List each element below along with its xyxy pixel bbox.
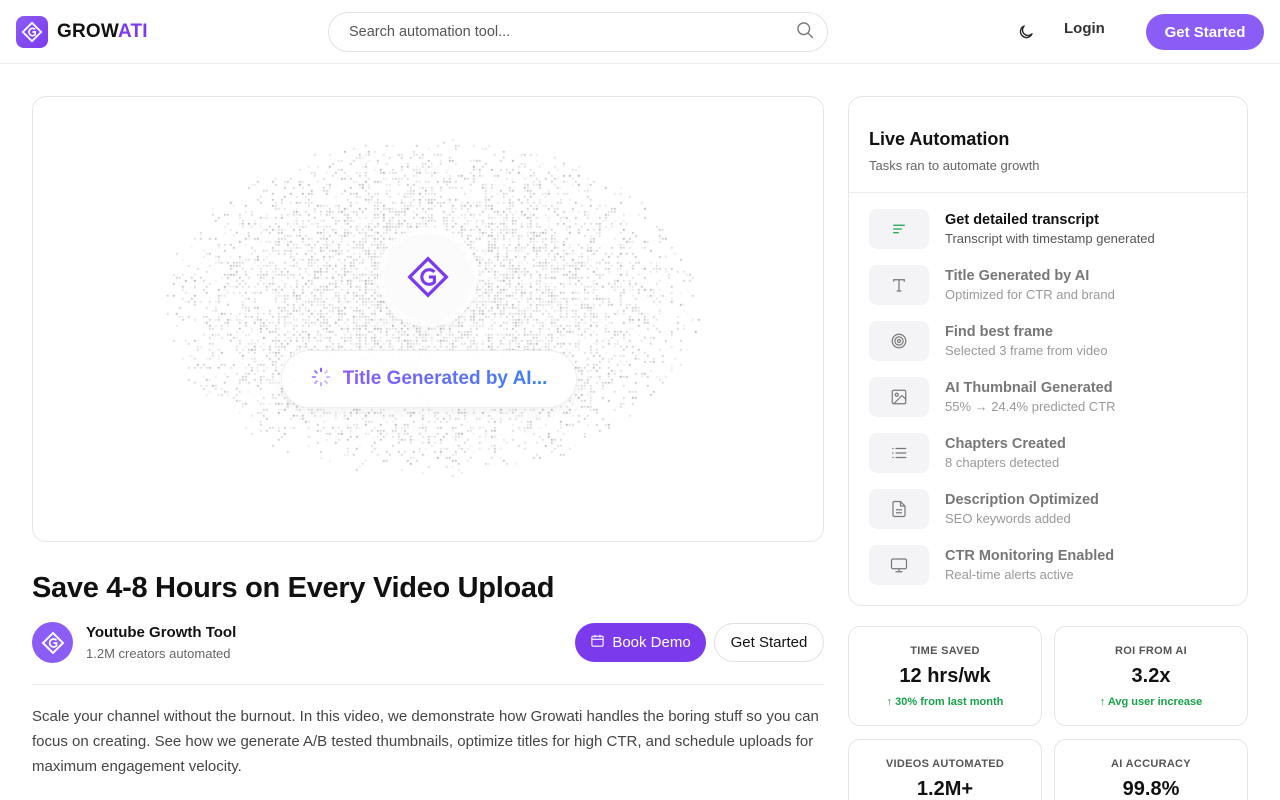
live-automation-panel: Live Automation Tasks ran to automate gr… <box>848 96 1248 606</box>
search-bar <box>328 12 828 52</box>
book-demo-label: Book Demo <box>612 634 691 651</box>
spinner-icon <box>311 367 331 392</box>
stat-label: TIME SAVED <box>910 645 980 657</box>
transcript-icon <box>869 209 929 249</box>
panel-subtitle: Tasks ran to automate growth <box>869 158 1040 173</box>
stat-value: 12 hrs/wk <box>899 665 991 687</box>
stat-label: ROI FROM AI <box>1115 645 1187 657</box>
stat-change: ↑ Avg user increase <box>1099 696 1203 708</box>
get-started-secondary-button[interactable]: Get Started <box>714 623 824 662</box>
task-item[interactable]: Description Optimized SEO keywords added <box>869 489 1229 529</box>
avatar[interactable] <box>32 622 73 663</box>
stat-label: VIDEOS AUTOMATED <box>885 758 1005 770</box>
channel-name[interactable]: Youtube Growth Tool <box>86 624 236 641</box>
stat-card-time-saved: TIME SAVED 12 hrs/wk ↑ 30% from last mon… <box>848 626 1042 726</box>
task-subtitle: Optimized for CTR and brand <box>945 287 1115 302</box>
task-item[interactable]: Title Generated by AI Optimized for CTR … <box>869 265 1229 305</box>
status-text: Title Generated by AI... <box>342 368 548 389</box>
task-subtitle: SEO keywords added <box>945 511 1071 526</box>
task-item[interactable]: Chapters Created 8 chapters detected <box>869 433 1229 473</box>
stat-card-roi: ROI FROM AI 3.2x ↑ Avg user increase <box>1054 626 1248 726</box>
channel-subtext: 1.2M creators automated <box>86 646 231 661</box>
task-item[interactable]: Find best frame Selected 3 frame from vi… <box>869 321 1229 361</box>
task-title: Get detailed transcript <box>945 212 1099 228</box>
get-started-button[interactable]: Get Started <box>1146 14 1264 50</box>
task-subtitle: 55% → 24.4% predicted CTR <box>945 399 1116 414</box>
task-title: CTR Monitoring Enabled <box>945 548 1115 564</box>
channel-info: Youtube Growth Tool 1.2M creators automa… <box>32 622 236 663</box>
text-icon <box>869 265 929 305</box>
task-item[interactable]: AI Thumbnail Generated 55% → 24.4% predi… <box>869 377 1229 417</box>
stat-change: ↑ 30% from last month <box>886 696 1004 708</box>
calendar-icon <box>590 633 605 652</box>
hero-logo-icon <box>384 233 472 321</box>
video-description: Scale your channel without the burnout. … <box>32 708 819 775</box>
hero-visual: Title Generated by AI... <box>32 96 824 542</box>
panel-title: Live Automation <box>869 129 1010 149</box>
brand-logo[interactable]: GROWATI <box>16 16 148 48</box>
divider <box>32 684 824 685</box>
login-link[interactable]: Login <box>1064 20 1105 37</box>
stat-label: AI ACCURACY <box>1111 758 1191 770</box>
task-subtitle: Selected 3 frame from video <box>945 343 1108 358</box>
search-icon[interactable] <box>795 20 815 45</box>
stat-value: 3.2x <box>1131 665 1171 687</box>
page-title: Save 4-8 Hours on Every Video Upload <box>32 572 555 604</box>
task-title: Find best frame <box>945 324 1053 340</box>
task-title: Chapters Created <box>945 436 1066 452</box>
task-title: Title Generated by AI <box>945 268 1090 284</box>
task-title: Description Optimized <box>945 492 1099 508</box>
stat-value: 1.2M+ <box>916 778 974 800</box>
moon-icon[interactable] <box>1014 20 1038 44</box>
status-pill: Title Generated by AI... <box>282 351 576 407</box>
target-icon <box>869 321 929 361</box>
image-icon <box>869 377 929 417</box>
top-nav: GROWATI Login Get Started <box>0 0 1280 64</box>
stat-card-ai-accuracy: AI ACCURACY 99.8% <box>1054 739 1248 800</box>
task-item[interactable]: CTR Monitoring Enabled Real-time alerts … <box>869 545 1229 585</box>
task-item[interactable]: Get detailed transcript Transcript with … <box>869 209 1229 249</box>
list-icon <box>869 433 929 473</box>
search-input[interactable] <box>349 24 795 40</box>
book-demo-button[interactable]: Book Demo <box>575 623 706 662</box>
brand-name: GROWATI <box>57 21 148 42</box>
monitor-icon <box>869 545 929 585</box>
task-title: AI Thumbnail Generated <box>945 380 1113 396</box>
stat-value: 99.8% <box>1122 778 1180 800</box>
document-icon <box>869 489 929 529</box>
task-subtitle: 8 chapters detected <box>945 455 1060 470</box>
stat-card-videos-automated: VIDEOS AUTOMATED 1.2M+ <box>848 739 1042 800</box>
task-subtitle: Transcript with timestamp generated <box>945 231 1155 246</box>
task-subtitle: Real-time alerts active <box>945 567 1074 582</box>
growati-logo-icon <box>16 16 48 48</box>
